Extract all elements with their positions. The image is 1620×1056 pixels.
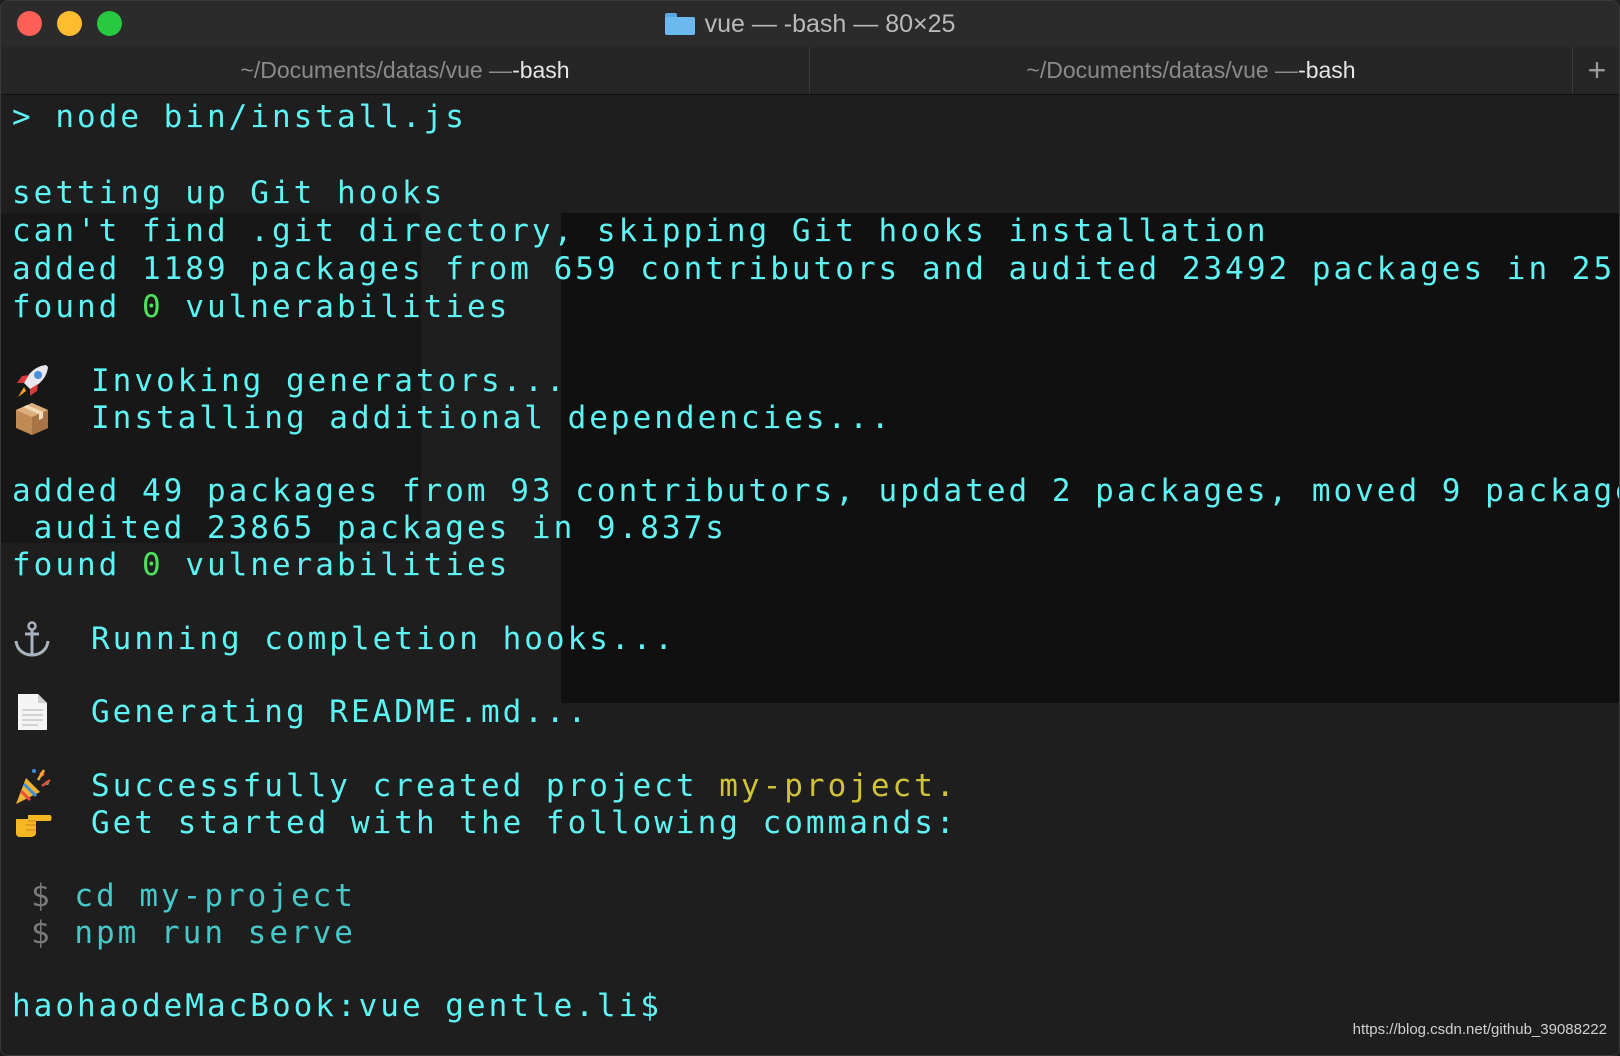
tab-bar: ~/Documents/datas/vue — -bash ~/Document… bbox=[1, 47, 1619, 95]
success-text: Successfully created project my-project. bbox=[91, 767, 958, 805]
installing-text: Installing additional dependencies... bbox=[91, 400, 893, 436]
output-line: added 49 packages from 93 contributors, … bbox=[12, 473, 1620, 509]
generating-text: Generating README.md... bbox=[91, 694, 590, 730]
output-line: found 0 vulnerabilities bbox=[12, 288, 510, 326]
output-line: audited 23865 packages in 9.837s bbox=[12, 510, 727, 546]
success-suffix: . bbox=[935, 768, 958, 804]
dollar-sign: $ bbox=[31, 915, 53, 951]
vuln-text: vulnerabilities bbox=[163, 289, 511, 325]
project-name: my-project bbox=[719, 768, 936, 804]
tab-1-command: -bash bbox=[512, 57, 570, 83]
pointing-hand-icon bbox=[16, 815, 52, 837]
command-text: npm run serve bbox=[74, 915, 356, 951]
invoking-text: Invoking generators... bbox=[91, 363, 568, 399]
output-line: found 0 vulnerabilities bbox=[12, 546, 510, 584]
output-line: added 1189 packages from 659 contributor… bbox=[12, 251, 1620, 287]
success-prefix: Successfully created project bbox=[91, 768, 720, 804]
dollar-sign: $ bbox=[31, 878, 53, 914]
tab-2-path: ~/Documents/datas/vue — bbox=[1026, 57, 1299, 83]
shell-prompt[interactable]: haohaodeMacBook:vue gentle.li$ bbox=[12, 987, 662, 1025]
tab-2-command: -bash bbox=[1298, 57, 1356, 83]
document-icon bbox=[18, 694, 47, 730]
terminal-output[interactable]: > node bin/install.js setting up Git hoo… bbox=[1, 95, 1620, 1055]
tab-2[interactable]: ~/Documents/datas/vue — -bash bbox=[810, 47, 1573, 94]
output-line: setting up Git hooks bbox=[12, 175, 446, 211]
package-icon bbox=[16, 403, 48, 435]
found-text: found bbox=[12, 547, 142, 583]
party-popper-icon bbox=[16, 769, 51, 804]
command-line-1: $ cd my-project bbox=[31, 877, 356, 915]
running-text: Running completion hooks... bbox=[91, 621, 676, 657]
rocket-icon bbox=[17, 365, 48, 397]
tab-1[interactable]: ~/Documents/datas/vue — -bash bbox=[1, 47, 810, 94]
output-line: > node bin/install.js bbox=[12, 99, 467, 135]
tab-1-path: ~/Documents/datas/vue — bbox=[240, 57, 513, 83]
terminal-window: vue — -bash — 80×25 ~/Documents/datas/vu… bbox=[0, 0, 1620, 1056]
found-text: found bbox=[12, 289, 142, 325]
folder-icon bbox=[664, 13, 695, 35]
command-text: cd my-project bbox=[74, 878, 356, 914]
command-line-2: $ npm run serve bbox=[31, 914, 356, 952]
window-title-area: vue — -bash — 80×25 bbox=[1, 1, 1619, 47]
watermark: https://blog.csdn.net/github_39088222 bbox=[1352, 1021, 1607, 1038]
vuln-count: 0 bbox=[141, 547, 164, 583]
anchor-icon bbox=[14, 621, 50, 657]
get-started-text: Get started with the following commands: bbox=[91, 805, 958, 841]
new-tab-button[interactable]: + bbox=[1573, 47, 1619, 94]
vuln-count: 0 bbox=[141, 289, 164, 325]
title-bar: vue — -bash — 80×25 bbox=[1, 1, 1619, 48]
output-line: can't find .git directory, skipping Git … bbox=[12, 213, 1269, 249]
vuln-text: vulnerabilities bbox=[163, 547, 511, 583]
window-title: vue — -bash — 80×25 bbox=[704, 9, 956, 38]
